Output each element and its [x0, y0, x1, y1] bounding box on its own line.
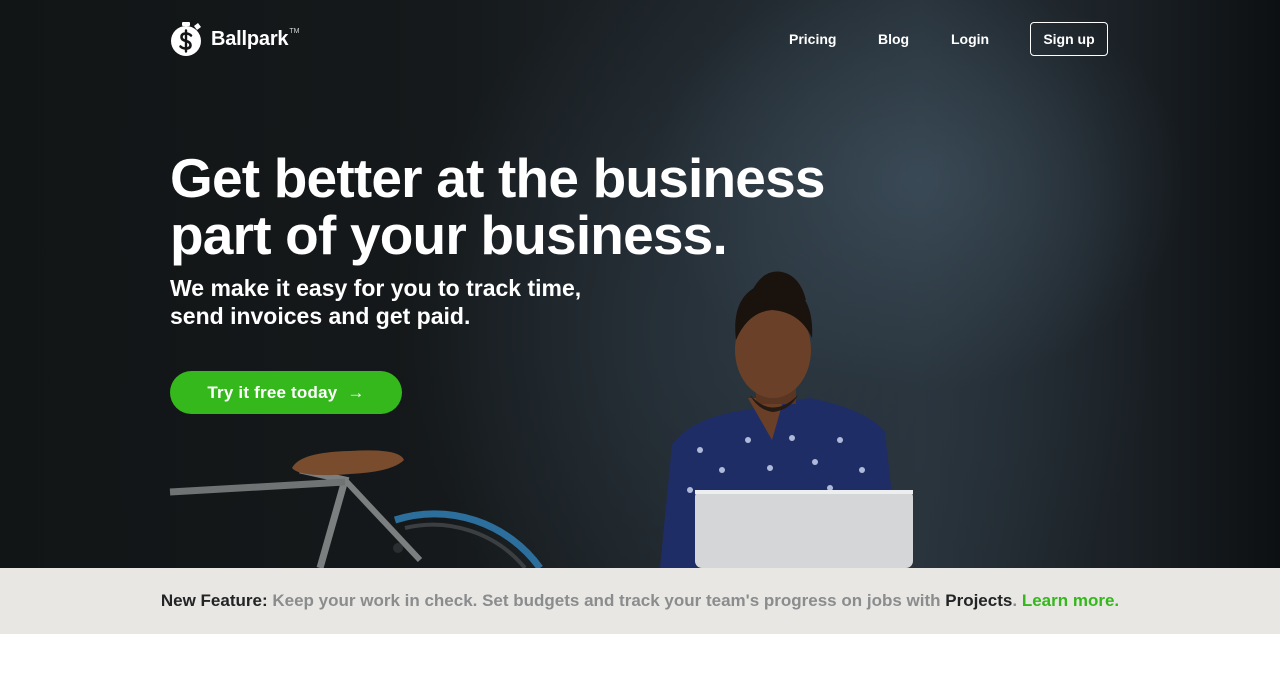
nav-link-blog[interactable]: Blog — [878, 22, 909, 56]
banner-lead: New Feature: — [160, 591, 268, 610]
banner-projects-highlight: Projects — [945, 591, 1013, 610]
hero-subheading-line-2: send invoices and get paid. — [170, 303, 471, 329]
learn-more-link[interactable]: Learn more. — [1022, 591, 1119, 611]
hero-headline: Get better at the business part of your … — [170, 150, 870, 264]
top-navigation: Pricing Blog Login Sign up — [0, 22, 1280, 56]
bicycle-illustration — [169, 450, 543, 568]
hero-headline-line-2: part of your business. — [170, 204, 728, 266]
person-with-laptop-illustration — [660, 271, 913, 568]
hero-section: Ballpark TM Pricing Blog Login Sign up G… — [0, 0, 1280, 568]
new-feature-banner: New Feature: Keep your work in check. Se… — [0, 568, 1280, 634]
hero-headline-line-1: Get better at the business — [170, 147, 825, 209]
nav-link-login[interactable]: Login — [951, 22, 989, 56]
banner-text: Keep your work in check. Set budgets and… — [272, 591, 941, 610]
nav-link-pricing[interactable]: Pricing — [789, 22, 836, 56]
arrow-right-icon: → — [347, 383, 365, 402]
try-free-label: Try it free today — [207, 382, 338, 402]
sign-up-button[interactable]: Sign up — [1030, 22, 1108, 56]
hero-subheading-line-1: We make it easy for you to track time, — [170, 275, 582, 301]
hero-subheading: We make it easy for you to track time, s… — [170, 274, 630, 330]
try-free-button[interactable]: Try it free today → — [170, 371, 402, 414]
